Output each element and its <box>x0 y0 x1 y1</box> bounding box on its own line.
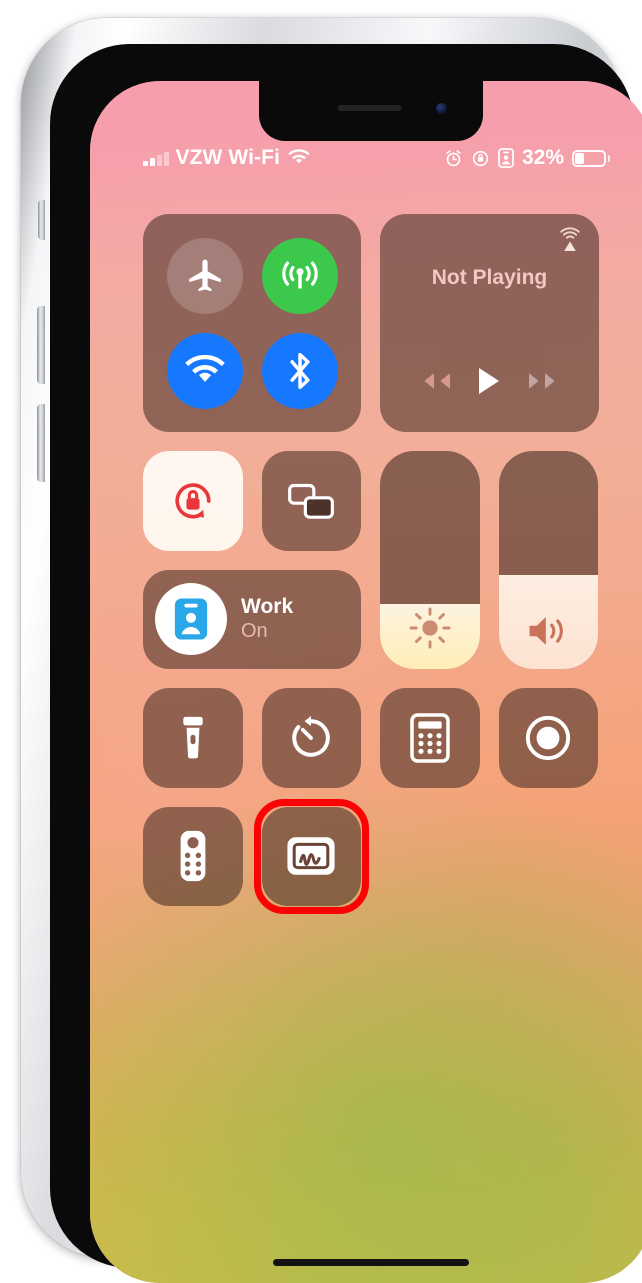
play-button[interactable] <box>476 366 502 396</box>
rotation-lock-icon <box>175 483 211 519</box>
phone-frame: VZW Wi-Fi 32% Not Playing Work On <box>21 18 642 1283</box>
flashlight-icon <box>183 716 203 759</box>
carrier-label: VZW Wi-Fi <box>175 146 281 169</box>
airplane-icon <box>188 259 221 291</box>
screen-mirroring-icon <box>288 483 335 519</box>
focus-state-label: On <box>241 619 268 642</box>
cellular-signal-icon <box>143 151 169 166</box>
earpiece-speaker <box>337 105 402 111</box>
brightness-sun-icon <box>380 605 480 651</box>
quick-note-tile[interactable] <box>261 806 361 906</box>
wifi-button[interactable] <box>166 332 243 409</box>
bluetooth-icon <box>289 352 310 389</box>
connectivity-module <box>143 214 361 432</box>
focus-work-badge-icon <box>498 148 514 168</box>
tv-remote-icon <box>180 831 206 882</box>
wifi-icon <box>184 354 225 382</box>
brightness-slider[interactable] <box>380 451 480 669</box>
quick-note-icon <box>287 837 335 875</box>
status-bar: VZW Wi-Fi 32% <box>90 144 642 172</box>
control-center: Not Playing Work On <box>143 214 599 914</box>
alarm-clock-icon <box>444 149 463 168</box>
status-bar-left: VZW Wi-Fi <box>143 146 311 170</box>
screen-record-icon <box>526 715 571 760</box>
volume-down-button[interactable] <box>37 404 45 482</box>
status-bar-right: 32% <box>444 146 610 170</box>
airplay-icon[interactable] <box>556 227 584 255</box>
battery-percent-label: 32% <box>521 146 564 169</box>
focus-work-badge-icon <box>155 583 227 656</box>
rotation-lock-icon <box>471 149 490 168</box>
screen-record-tile[interactable] <box>498 688 598 788</box>
timer-tile[interactable] <box>261 688 361 788</box>
calculator-tile[interactable] <box>380 688 480 788</box>
cellular-data-button[interactable] <box>261 237 338 314</box>
rewind-button[interactable] <box>418 370 452 392</box>
left-controls-column: Work On <box>143 451 361 669</box>
airplane-mode-button[interactable] <box>166 237 243 314</box>
focus-name-label: Work <box>241 595 294 619</box>
phone-screen: VZW Wi-Fi 32% Not Playing Work On <box>90 81 642 1283</box>
volume-up-button[interactable] <box>37 306 45 384</box>
timer-icon <box>292 715 331 757</box>
media-controls <box>380 366 599 396</box>
notch <box>259 81 483 141</box>
volume-slider[interactable] <box>498 451 599 669</box>
wifi-icon <box>287 149 311 167</box>
focus-tile[interactable]: Work On <box>143 569 361 669</box>
front-camera-icon <box>436 103 447 114</box>
forward-button[interactable] <box>527 370 561 392</box>
cellular-icon <box>281 261 318 289</box>
rotation-lock-tile[interactable] <box>143 451 243 551</box>
bluetooth-button[interactable] <box>261 332 338 409</box>
sliders-column <box>380 451 598 669</box>
flashlight-tile[interactable] <box>143 688 243 788</box>
media-module[interactable]: Not Playing <box>380 214 599 432</box>
home-indicator[interactable] <box>273 1259 469 1266</box>
screen-mirroring-tile[interactable] <box>261 451 361 551</box>
media-title: Not Playing <box>431 266 548 289</box>
phone-bezel: VZW Wi-Fi 32% Not Playing Work On <box>50 44 642 1283</box>
calculator-icon <box>410 713 450 763</box>
battery-icon <box>572 149 610 167</box>
volume-speaker-icon <box>499 611 599 651</box>
apple-tv-remote-tile[interactable] <box>143 806 243 906</box>
quick-note-tile-wrapper <box>253 798 369 914</box>
silent-switch[interactable] <box>38 200 45 240</box>
